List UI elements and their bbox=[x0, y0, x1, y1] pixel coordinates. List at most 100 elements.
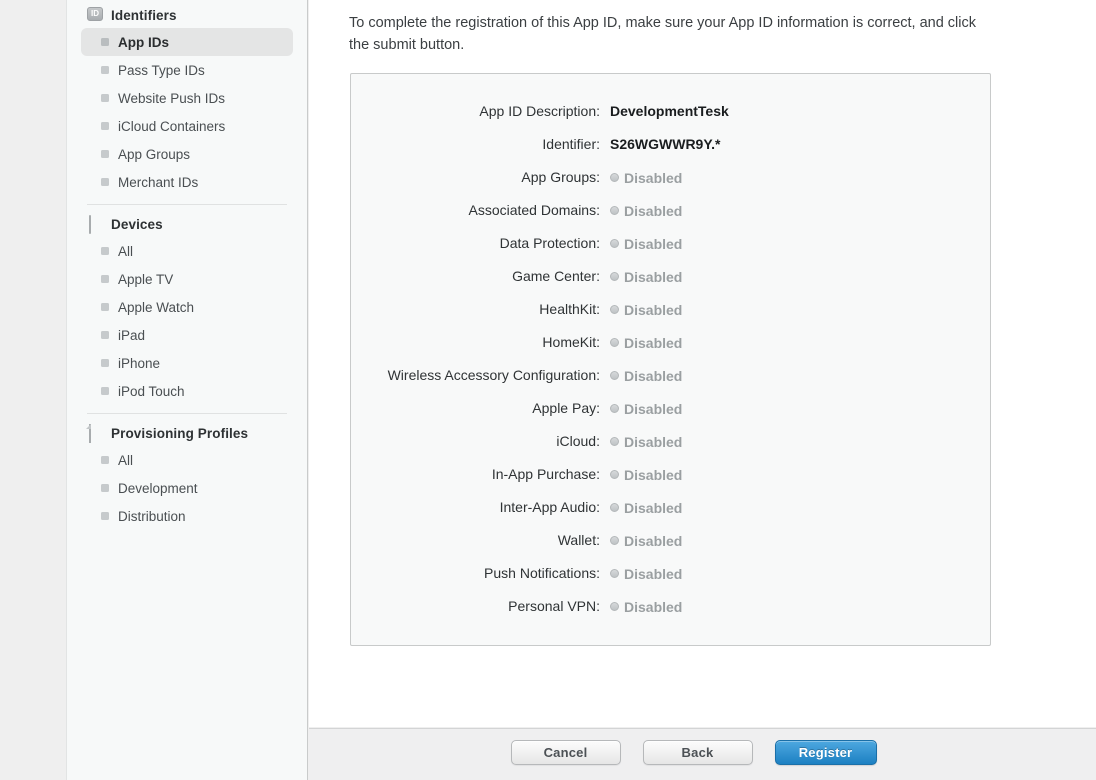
sidebar-item-label: Website Push IDs bbox=[118, 90, 226, 106]
sidebar-item-app-groups[interactable]: App Groups bbox=[81, 140, 293, 168]
summary-row-value: Disabled bbox=[610, 599, 682, 615]
sidebar-item-development[interactable]: Development bbox=[81, 474, 293, 502]
register-button[interactable]: Register bbox=[774, 740, 877, 765]
summary-row: Wireless Accessory Configuration: Disable… bbox=[351, 367, 990, 400]
radio-button-off-icon bbox=[610, 437, 619, 446]
summary-row-value-text: Disabled bbox=[624, 301, 683, 318]
radio-button-off-icon bbox=[610, 173, 619, 182]
summary-row-label: Wallet: bbox=[557, 532, 600, 548]
page-instructions: To complete the registration of this App… bbox=[349, 15, 977, 53]
summary-row-label: Wireless Accessory Configuration: bbox=[387, 367, 600, 383]
radio-button-off-icon bbox=[610, 470, 619, 479]
summary-row: Wallet: Disabled bbox=[351, 532, 990, 565]
summary-row-label: HomeKit: bbox=[542, 334, 600, 350]
summary-row-label: Personal VPN: bbox=[508, 598, 600, 614]
bullet-icon bbox=[101, 387, 109, 395]
sidebar-item-label: Development bbox=[118, 480, 198, 496]
radio-button-off-icon bbox=[610, 503, 619, 512]
summary-row: App Groups: Disabled bbox=[351, 169, 990, 202]
sidebar-item-icloud-containers[interactable]: iCloud Containers bbox=[81, 112, 293, 140]
bullet-icon bbox=[101, 150, 109, 158]
summary-row: Push Notifications: Disabled bbox=[351, 565, 990, 598]
sidebar-item-label: iCloud Containers bbox=[118, 118, 226, 134]
sidebar-item-label: Distribution bbox=[118, 508, 186, 524]
bullet-icon bbox=[101, 66, 109, 74]
radio-button-off-icon bbox=[610, 404, 619, 413]
radio-button-off-icon bbox=[610, 569, 619, 578]
radio-button-off-icon bbox=[610, 206, 619, 215]
sidebar-item-label: iPod Touch bbox=[118, 383, 185, 399]
sidebar-nav: ID Identifiers App IDs Pass Type IDs Website… bbox=[67, 2, 307, 530]
summary-row-value-text: Disabled bbox=[624, 598, 683, 615]
bullet-icon bbox=[101, 38, 109, 46]
radio-button-off-icon bbox=[610, 272, 619, 281]
summary-row-value-text: Disabled bbox=[624, 433, 683, 450]
summary-row: HealthKit: Disabled bbox=[351, 301, 990, 334]
back-button[interactable]: Back bbox=[642, 740, 753, 765]
sidebar-item-label: iPad bbox=[118, 327, 146, 343]
summary-row-label: Apple Pay: bbox=[532, 400, 600, 416]
bullet-icon bbox=[101, 275, 109, 283]
sidebar-item-label: iPhone bbox=[118, 355, 161, 371]
summary-row-value: Disabled bbox=[610, 566, 682, 582]
summary-row-value-text: Disabled bbox=[624, 334, 683, 351]
summary-row-value: S26WGWWR9Y.* bbox=[610, 136, 721, 152]
radio-button-off-icon bbox=[610, 239, 619, 248]
radio-button-off-icon bbox=[610, 371, 619, 380]
sidebar-item-ipad[interactable]: iPad bbox=[81, 321, 293, 349]
sidebar-item-all[interactable]: All bbox=[81, 237, 293, 265]
sidebar-item-app-ids[interactable]: App IDs bbox=[81, 28, 293, 56]
summary-row: In-App Purchase: Disabled bbox=[351, 466, 990, 499]
bullet-icon bbox=[101, 331, 109, 339]
sidebar-item-apple-tv[interactable]: Apple TV bbox=[81, 265, 293, 293]
cancel-button[interactable]: Cancel bbox=[510, 740, 621, 765]
sidebar-item-label: App Groups bbox=[118, 146, 191, 162]
sidebar-group-provisioning-profiles: Provisioning Profiles bbox=[81, 420, 293, 446]
summary-row-label: Identifier: bbox=[542, 136, 600, 152]
summary-row-value-text: Disabled bbox=[624, 169, 683, 186]
sidebar-item-label: Apple Watch bbox=[118, 299, 195, 315]
app-root: ID Identifiers App IDs Pass Type IDs Website… bbox=[0, 0, 1096, 780]
summary-row-value: Disabled bbox=[610, 434, 682, 450]
sidebar-item-iphone[interactable]: iPhone bbox=[81, 349, 293, 377]
summary-row: Identifier: S26WGWWR9Y.* bbox=[351, 136, 990, 169]
sidebar-group-label: Identifiers bbox=[111, 7, 177, 23]
bullet-icon bbox=[101, 94, 109, 102]
sidebar-item-ipod-touch[interactable]: iPod Touch bbox=[81, 377, 293, 405]
bullet-icon bbox=[101, 247, 109, 255]
summary-row: Inter-App Audio: Disabled bbox=[351, 499, 990, 532]
sidebar-item-label: Merchant IDs bbox=[118, 174, 199, 190]
summary-row: Personal VPN: Disabled bbox=[351, 598, 990, 631]
summary-row: Associated Domains: Disabled bbox=[351, 202, 990, 235]
footer-bar: Cancel Back Register bbox=[309, 728, 1096, 780]
sidebar-divider bbox=[87, 413, 287, 414]
bullet-icon bbox=[101, 456, 109, 464]
main-content: To complete the registration of this App… bbox=[309, 0, 1096, 727]
sidebar-item-label: All bbox=[118, 452, 134, 468]
summary-row-value: Disabled bbox=[610, 236, 682, 252]
summary-row-value-text: Disabled bbox=[624, 268, 683, 285]
summary-row-label: Push Notifications: bbox=[484, 565, 600, 581]
summary-row-value: Disabled bbox=[610, 368, 682, 384]
id-badge-icon: ID bbox=[87, 6, 103, 24]
summary-row-value: Disabled bbox=[610, 335, 682, 351]
sidebar-item-all[interactable]: All bbox=[81, 446, 293, 474]
sidebar-group-label: Provisioning Profiles bbox=[111, 425, 249, 441]
sidebar-item-label: All bbox=[118, 243, 134, 259]
summary-row-value: Disabled bbox=[610, 533, 682, 549]
summary-row-value-text: Disabled bbox=[624, 235, 683, 252]
sidebar-item-website-push-ids[interactable]: Website Push IDs bbox=[81, 84, 293, 112]
bullet-icon bbox=[101, 512, 109, 520]
radio-button-off-icon bbox=[610, 536, 619, 545]
sidebar-item-apple-watch[interactable]: Apple Watch bbox=[81, 293, 293, 321]
sidebar-group-devices: Devices bbox=[81, 211, 293, 237]
sidebar-item-merchant-ids[interactable]: Merchant IDs bbox=[81, 168, 293, 196]
summary-row-label: Game Center: bbox=[512, 268, 600, 284]
summary-row: Data Protection: Disabled bbox=[351, 235, 990, 268]
sidebar-item-distribution[interactable]: Distribution bbox=[81, 502, 293, 530]
bullet-icon bbox=[101, 303, 109, 311]
sidebar-item-pass-type-ids[interactable]: Pass Type IDs bbox=[81, 56, 293, 84]
radio-button-off-icon bbox=[610, 338, 619, 347]
summary-row-value: Disabled bbox=[610, 467, 682, 483]
summary-row: iCloud: Disabled bbox=[351, 433, 990, 466]
